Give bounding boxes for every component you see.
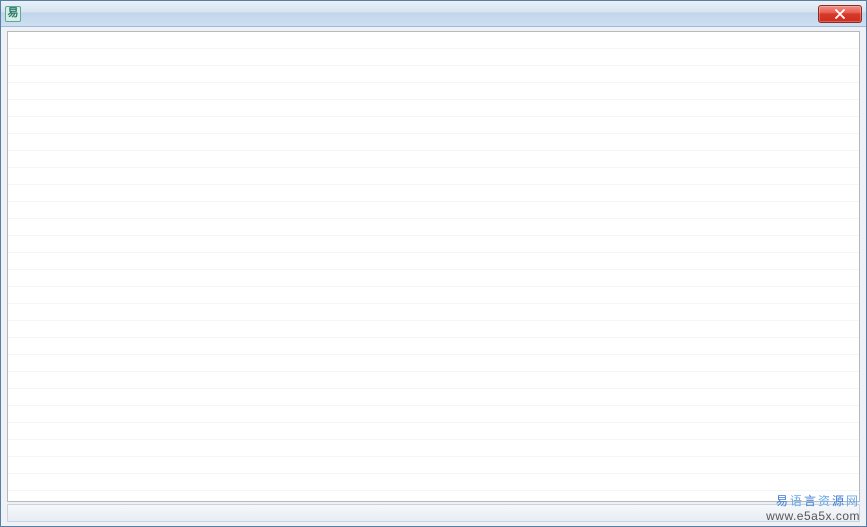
status-bar [7,504,860,522]
close-button[interactable] [818,5,862,23]
titlebar[interactable]: 易 [1,1,866,27]
close-icon [834,9,846,19]
app-icon: 易 [5,6,21,22]
list-box-background [8,32,859,501]
list-box[interactable] [7,31,860,502]
titlebar-left: 易 [5,6,25,22]
app-icon-glyph: 易 [8,8,19,19]
application-window: 易 易语言资源网 www.e5a5x.com [0,0,867,527]
client-area [1,27,866,526]
